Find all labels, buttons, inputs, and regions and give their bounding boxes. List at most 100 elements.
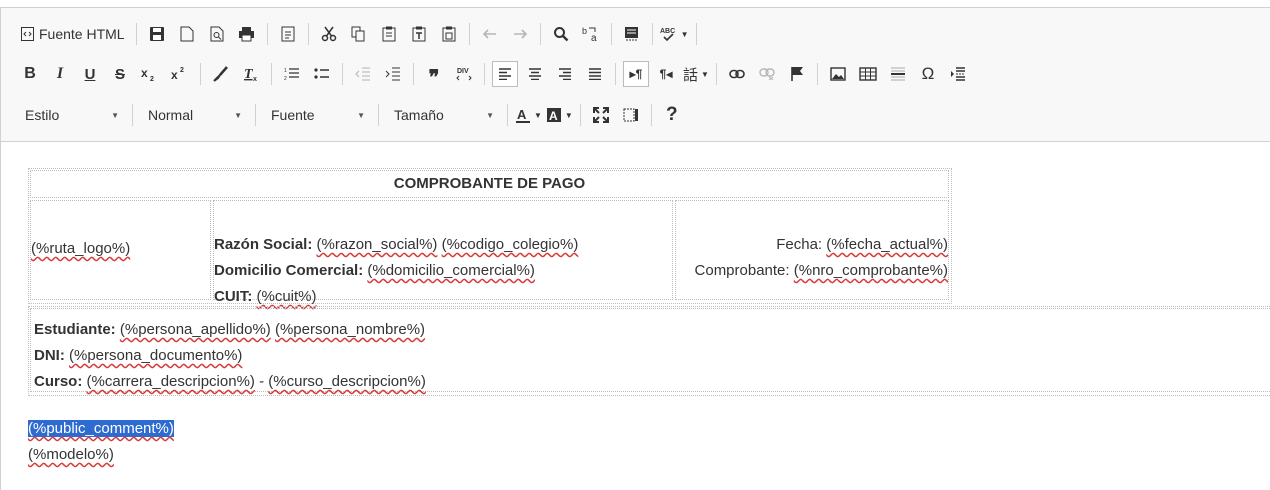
language-button[interactable]: 話 ▼	[683, 61, 709, 87]
chevron-down-icon: ▼	[564, 110, 573, 120]
bg-color-button[interactable]: A ▼	[546, 102, 573, 128]
indent-button[interactable]	[380, 61, 406, 87]
paste-button[interactable]	[376, 21, 402, 47]
source-html-button[interactable]: Fuente HTML	[17, 21, 129, 47]
outdent-button[interactable]	[350, 61, 376, 87]
print-button[interactable]	[234, 21, 260, 47]
public-comment-line[interactable]: (%public_comment%)	[28, 419, 174, 439]
separator	[817, 63, 818, 85]
undo-button[interactable]	[477, 21, 503, 47]
redo-icon	[512, 28, 528, 40]
find-button[interactable]	[548, 21, 574, 47]
apellido-field: (%persona_apellido%)	[119, 321, 271, 338]
svg-text:A: A	[517, 107, 527, 122]
copy-format-button[interactable]	[208, 61, 234, 87]
paste-word-button[interactable]	[436, 21, 462, 47]
chevron-down-icon: ▼	[534, 110, 542, 120]
new-page-button[interactable]	[174, 21, 200, 47]
estudiante-label: Estudiante:	[34, 321, 116, 338]
preview-button[interactable]	[204, 21, 230, 47]
svg-text:x: x	[171, 68, 178, 82]
paste-word-icon	[442, 26, 456, 42]
create-div-button[interactable]: DIV	[451, 61, 477, 87]
paste-text-button[interactable]	[406, 21, 432, 47]
modelo-field[interactable]: (%modelo%)	[28, 446, 114, 463]
bulleted-list-button[interactable]	[309, 61, 335, 87]
separator	[539, 23, 541, 45]
bold-icon: B	[24, 65, 36, 82]
toolbar-row-1: Fuente HTML ba ABC ▼	[15, 20, 702, 48]
cut-button[interactable]	[316, 21, 342, 47]
remove-format-button[interactable]: Tx	[238, 61, 264, 87]
curso-line: Curso: (%carrera_descripcion%) - (%curso…	[34, 372, 426, 392]
svg-text:DIV: DIV	[457, 68, 469, 75]
show-blocks-button[interactable]	[618, 102, 644, 128]
company-cell: Razón Social: (%razon_social%) (%codigo_…	[213, 200, 673, 305]
superscript-button[interactable]: x2	[167, 61, 193, 87]
chevron-down-icon: ▼	[680, 29, 689, 39]
select-all-button[interactable]	[619, 21, 645, 47]
scissors-icon	[321, 26, 337, 42]
text-direction-ltr-icon: ▸¶	[629, 67, 643, 81]
blockquote-button[interactable]: ❞	[421, 61, 447, 88]
replace-icon: ba	[582, 26, 600, 43]
align-center-button[interactable]	[522, 61, 548, 87]
bold-button[interactable]: B	[17, 61, 43, 87]
rtl-button[interactable]: ¶◂	[653, 61, 679, 87]
public-comment-field[interactable]: (%public_comment%)	[28, 420, 174, 437]
style-dropdown[interactable]: Estilo ▼	[15, 102, 127, 128]
redo-button[interactable]	[507, 21, 533, 47]
paste-text-icon	[412, 26, 426, 42]
domicilio-label: Domicilio Comercial:	[214, 262, 364, 279]
modelo-line[interactable]: (%modelo%)	[28, 445, 114, 465]
page-break-button[interactable]	[945, 61, 971, 87]
help-icon: ?	[666, 104, 678, 125]
save-button[interactable]	[144, 21, 170, 47]
size-dropdown-label: Tamaño	[394, 107, 444, 123]
outdent-icon	[355, 67, 371, 81]
replace-button[interactable]: ba	[578, 21, 604, 47]
domicilio-field: (%domicilio_comercial%)	[367, 262, 535, 279]
align-right-button[interactable]	[552, 61, 578, 87]
editor-content[interactable]: COMPROBANTE DE PAGO (%ruta_logo%) Razón …	[1, 142, 1270, 490]
separator	[255, 104, 256, 126]
text-color-button[interactable]: A ▼	[515, 102, 542, 128]
rich-text-editor: Fuente HTML ba ABC ▼ B I U S x 2 x 2 T x…	[0, 7, 1270, 490]
maximize-button[interactable]	[588, 102, 614, 128]
image-icon	[830, 67, 846, 81]
strike-button[interactable]: S	[107, 61, 133, 87]
about-button[interactable]: ?	[659, 102, 685, 128]
underline-button[interactable]: U	[77, 61, 103, 87]
page-break-icon	[950, 67, 966, 81]
ltr-button[interactable]: ▸¶	[623, 61, 649, 87]
size-dropdown[interactable]: Tamaño ▼	[384, 102, 502, 128]
header-title-cell: COMPROBANTE DE PAGO	[30, 170, 949, 198]
remove-format-icon: Tx	[243, 66, 260, 82]
paste-icon	[382, 26, 396, 42]
link-button[interactable]	[724, 61, 750, 87]
horizontal-rule-icon	[890, 66, 906, 82]
spellcheck-button[interactable]: ABC ▼	[660, 21, 689, 47]
anchor-button[interactable]	[784, 61, 810, 87]
format-dropdown[interactable]: Normal ▼	[138, 102, 250, 128]
separator	[468, 23, 470, 45]
new-page-icon	[180, 26, 194, 42]
unlink-button[interactable]	[754, 61, 780, 87]
italic-button[interactable]: I	[47, 61, 73, 87]
separator	[615, 63, 616, 85]
font-dropdown[interactable]: Fuente ▼	[261, 102, 373, 128]
undo-icon	[482, 28, 498, 40]
horizontal-rule-button[interactable]	[885, 61, 911, 87]
image-button[interactable]	[825, 61, 851, 87]
logo-cell: (%ruta_logo%)	[30, 200, 211, 300]
subscript-button[interactable]: x2	[137, 61, 163, 87]
numbered-list-button[interactable]: 12	[279, 61, 305, 87]
flag-icon	[790, 66, 804, 82]
table-button[interactable]	[855, 61, 881, 87]
print-icon	[238, 26, 255, 42]
special-char-button[interactable]: Ω	[915, 61, 941, 87]
copy-button[interactable]	[346, 21, 372, 47]
templates-button[interactable]	[275, 21, 301, 47]
justify-button[interactable]	[582, 61, 608, 87]
align-left-button[interactable]	[492, 61, 518, 87]
